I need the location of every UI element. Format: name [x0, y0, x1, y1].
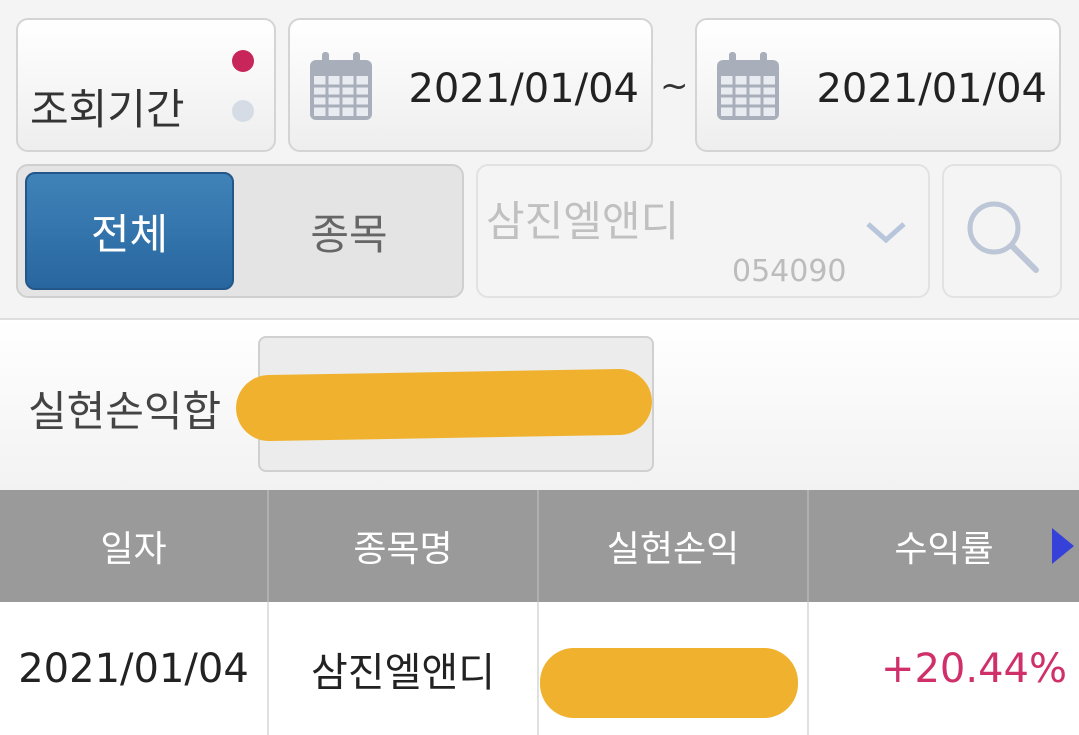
realized-profit-sum-label: 실현손익합: [28, 387, 222, 436]
end-date-value: 2021/01/04: [816, 66, 1047, 112]
search-button[interactable]: [942, 164, 1062, 298]
cell-stock-name: 삼진엘앤디: [269, 602, 539, 735]
chevron-down-icon: [864, 218, 908, 250]
stock-select-dropdown[interactable]: 삼진엘앤디 054090: [476, 164, 930, 298]
table-header: 일자 종목명 실현손익 수익률: [0, 490, 1079, 602]
column-header-return-rate: 수익률: [894, 529, 994, 570]
start-date-picker[interactable]: 2021/01/04: [288, 18, 653, 152]
cell-date: 2021/01/04: [0, 602, 269, 735]
column-header-date: 일자: [0, 490, 269, 602]
calendar-icon: [715, 50, 781, 126]
segment-stock-button[interactable]: 종목: [240, 172, 458, 290]
scope-segmented-control: 전체 종목: [16, 164, 464, 298]
filter-panel: 조회기간 2021/01/04 ~ 2021/01/04 전체 종목 삼진엘앤디…: [0, 0, 1079, 318]
calendar-icon: [308, 50, 374, 126]
column-header-realized-profit: 실현손익: [539, 490, 809, 602]
redaction-mark: [235, 368, 653, 442]
redaction-mark: [540, 648, 798, 718]
stock-code: 054090: [732, 254, 847, 289]
period-indicator-active-dot: [232, 50, 254, 72]
end-date-picker[interactable]: 2021/01/04: [695, 18, 1061, 152]
period-indicator-inactive-dot: [232, 100, 254, 122]
period-label: 조회기간: [30, 85, 185, 134]
segment-all-button[interactable]: 전체: [25, 172, 234, 290]
search-icon: [967, 201, 1039, 273]
cell-return-rate: +20.44%: [880, 645, 1067, 692]
date-range-separator: ~: [660, 66, 689, 106]
period-toggle[interactable]: 조회기간: [16, 18, 276, 152]
play-right-icon[interactable]: [1052, 528, 1074, 564]
start-date-value: 2021/01/04: [408, 66, 639, 112]
table-row[interactable]: 2021/01/04 삼진엘앤디 +20.44%: [0, 602, 1079, 735]
column-header-stock-name: 종목명: [269, 490, 539, 602]
stock-name: 삼진엘앤디: [486, 197, 680, 246]
